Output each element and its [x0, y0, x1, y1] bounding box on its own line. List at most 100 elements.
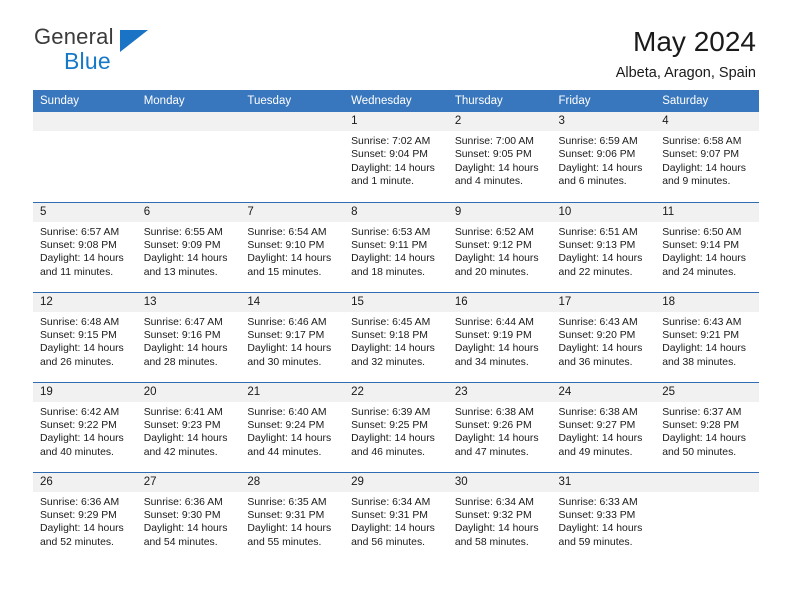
- calendar-day-cell-empty: [655, 471, 759, 562]
- calendar-day-cell[interactable]: 24 Sunrise: 6:38 AM Sunset: 9:27 PM Dayligh…: [551, 381, 656, 472]
- sunset-text: Sunset: 9:05 PM: [454, 149, 532, 161]
- sunset-text: Sunset: 9:07 PM: [662, 149, 740, 161]
- day-details: Sunrise: 6:44 AM Sunset: 9:19 PM Daylight:…: [448, 312, 552, 370]
- calendar-day-cell-empty: [136, 112, 241, 202]
- sunrise-text: Sunrise: 6:52 AM: [454, 226, 534, 238]
- calendar-day-cell[interactable]: 20 Sunrise: 6:41 AM Sunset: 9:23 PM Dayligh…: [136, 381, 241, 472]
- sunset-text: Sunset: 9:33 PM: [558, 509, 636, 521]
- sunrise-text: Sunrise: 6:55 AM: [143, 226, 223, 238]
- calendar-week-row: 12 Sunrise: 6:48 AM Sunset: 9:15 PM Dayligh…: [33, 291, 759, 382]
- day-number: [33, 112, 137, 131]
- sunrise-text: Sunrise: 6:44 AM: [454, 316, 534, 328]
- sunrise-text: Sunrise: 6:34 AM: [351, 496, 431, 508]
- sunset-text: Sunset: 9:24 PM: [247, 419, 325, 431]
- day-number: 12: [33, 292, 137, 312]
- weekday-header-saturday: Saturday: [655, 90, 759, 112]
- calendar-day-cell[interactable]: 6 Sunrise: 6:55 AM Sunset: 9:09 PM Daylight…: [136, 201, 241, 292]
- day-number: 9: [447, 202, 552, 222]
- calendar-day-cell[interactable]: 10 Sunrise: 6:51 AM Sunset: 9:13 PM Dayligh…: [551, 201, 656, 292]
- day-number: 10: [551, 202, 656, 222]
- calendar-day-cell[interactable]: 29 Sunrise: 6:34 AM Sunset: 9:31 PM Dayligh…: [344, 471, 448, 562]
- day-details: Sunrise: 6:51 AM Sunset: 9:13 PM Daylight:…: [552, 222, 656, 280]
- calendar-day-cell[interactable]: 7 Sunrise: 6:54 AM Sunset: 9:10 PM Daylight…: [240, 201, 345, 292]
- sunset-text: Sunset: 9:13 PM: [558, 239, 636, 251]
- day-number: 1: [344, 112, 448, 131]
- calendar-day-cell[interactable]: 22 Sunrise: 6:39 AM Sunset: 9:25 PM Dayligh…: [344, 381, 448, 472]
- sunset-text: Sunset: 9:29 PM: [40, 509, 117, 521]
- calendar-day-cell[interactable]: 2 Sunrise: 7:00 AM Sunset: 9:05 PM Daylight…: [447, 112, 552, 202]
- general-blue-logo[interactable]: General Blue: [34, 26, 154, 78]
- calendar-day-cell[interactable]: 5 Sunrise: 6:57 AM Sunset: 9:08 PM Daylight…: [33, 201, 137, 292]
- sunrise-text: Sunrise: 6:48 AM: [40, 316, 120, 328]
- calendar-day-cell[interactable]: 9 Sunrise: 6:52 AM Sunset: 9:12 PM Daylight…: [447, 201, 552, 292]
- day-details: Sunrise: 6:36 AM Sunset: 9:29 PM Daylight:…: [33, 492, 137, 550]
- calendar-day-cell[interactable]: 17 Sunrise: 6:43 AM Sunset: 9:20 PM Dayligh…: [551, 291, 656, 382]
- sunset-text: Sunset: 9:25 PM: [351, 419, 428, 431]
- sunset-text: Sunset: 9:11 PM: [351, 239, 428, 251]
- day-number: 15: [344, 292, 448, 312]
- calendar-day-cell[interactable]: 27 Sunrise: 6:36 AM Sunset: 9:30 PM Dayligh…: [136, 471, 241, 562]
- calendar-day-cell[interactable]: 26 Sunrise: 6:36 AM Sunset: 9:29 PM Dayligh…: [33, 471, 137, 562]
- daylight-text: Daylight: 14 hours and 30 minutes.: [247, 343, 332, 368]
- calendar-day-cell-empty: [240, 112, 345, 202]
- calendar-day-cell[interactable]: 31 Sunrise: 6:33 AM Sunset: 9:33 PM Dayligh…: [551, 471, 656, 562]
- calendar-day-cell[interactable]: 8 Sunrise: 6:53 AM Sunset: 9:11 PM Daylight…: [344, 201, 448, 292]
- day-details: Sunrise: 6:47 AM Sunset: 9:16 PM Daylight:…: [137, 312, 241, 370]
- sunrise-text: Sunrise: 6:43 AM: [558, 316, 638, 328]
- sunrise-text: Sunrise: 6:57 AM: [40, 226, 120, 238]
- calendar-day-cell[interactable]: 13 Sunrise: 6:47 AM Sunset: 9:16 PM Dayligh…: [136, 291, 241, 382]
- daylight-text: Daylight: 14 hours and 24 minutes.: [662, 253, 746, 278]
- day-details: Sunrise: 6:34 AM Sunset: 9:32 PM Daylight:…: [448, 492, 552, 550]
- day-details: Sunrise: 6:43 AM Sunset: 9:21 PM Daylight:…: [655, 312, 759, 370]
- calendar-day-cell[interactable]: 30 Sunrise: 6:34 AM Sunset: 9:32 PM Dayligh…: [447, 471, 552, 562]
- calendar-day-cell[interactable]: 21 Sunrise: 6:40 AM Sunset: 9:24 PM Dayligh…: [240, 381, 345, 472]
- sunrise-text: Sunrise: 6:40 AM: [247, 406, 327, 418]
- calendar-day-cell[interactable]: 11 Sunrise: 6:50 AM Sunset: 9:14 PM Dayligh…: [655, 201, 759, 292]
- calendar-week-row: 26 Sunrise: 6:36 AM Sunset: 9:29 PM Dayligh…: [33, 471, 759, 562]
- calendar-day-cell[interactable]: 28 Sunrise: 6:35 AM Sunset: 9:31 PM Dayligh…: [240, 471, 345, 562]
- sunset-text: Sunset: 9:31 PM: [351, 509, 428, 521]
- day-number: 31: [551, 472, 656, 492]
- calendar-day-cell[interactable]: 12 Sunrise: 6:48 AM Sunset: 9:15 PM Dayligh…: [33, 291, 137, 382]
- calendar-day-cell[interactable]: 3 Sunrise: 6:59 AM Sunset: 9:06 PM Daylight…: [551, 112, 656, 202]
- daylight-text: Daylight: 14 hours and 18 minutes.: [351, 253, 435, 278]
- daylight-text: Daylight: 14 hours and 52 minutes.: [40, 523, 124, 548]
- sunset-text: Sunset: 9:26 PM: [454, 419, 532, 431]
- sunrise-text: Sunrise: 6:37 AM: [662, 406, 742, 418]
- calendar-day-cell[interactable]: 14 Sunrise: 6:46 AM Sunset: 9:17 PM Dayligh…: [240, 291, 345, 382]
- calendar-day-cell[interactable]: 15 Sunrise: 6:45 AM Sunset: 9:18 PM Dayligh…: [344, 291, 448, 382]
- calendar-day-cell[interactable]: 23 Sunrise: 6:38 AM Sunset: 9:26 PM Dayligh…: [447, 381, 552, 472]
- weekday-header-monday: Monday: [136, 90, 241, 112]
- calendar-day-cell[interactable]: 16 Sunrise: 6:44 AM Sunset: 9:19 PM Dayligh…: [447, 291, 552, 382]
- sunrise-text: Sunrise: 6:38 AM: [558, 406, 638, 418]
- day-details: Sunrise: 6:46 AM Sunset: 9:17 PM Daylight:…: [240, 312, 344, 370]
- daylight-text: Daylight: 14 hours and 38 minutes.: [662, 343, 746, 368]
- sunrise-text: Sunrise: 6:36 AM: [40, 496, 120, 508]
- day-details: Sunrise: 6:50 AM Sunset: 9:14 PM Daylight:…: [655, 222, 759, 280]
- calendar-day-cell[interactable]: 18 Sunrise: 6:43 AM Sunset: 9:21 PM Dayligh…: [655, 291, 759, 382]
- sunset-text: Sunset: 9:32 PM: [454, 509, 532, 521]
- day-details: Sunrise: 6:59 AM Sunset: 9:06 PM Daylight:…: [552, 131, 656, 189]
- calendar-day-cell[interactable]: 4 Sunrise: 6:58 AM Sunset: 9:07 PM Daylight…: [655, 112, 759, 202]
- daylight-text: Daylight: 14 hours and 59 minutes.: [558, 523, 643, 548]
- page-title: May 2024: [633, 26, 756, 57]
- sunrise-text: Sunrise: 7:02 AM: [351, 136, 431, 147]
- sunset-text: Sunset: 9:09 PM: [143, 239, 221, 251]
- sunset-text: Sunset: 9:16 PM: [143, 329, 221, 341]
- day-number: 29: [344, 472, 448, 492]
- sunset-text: Sunset: 9:18 PM: [351, 329, 428, 341]
- day-number: 4: [655, 112, 759, 131]
- sunrise-text: Sunrise: 6:34 AM: [454, 496, 534, 508]
- day-details: Sunrise: 6:53 AM Sunset: 9:11 PM Daylight:…: [344, 222, 448, 280]
- sunrise-text: Sunrise: 6:51 AM: [558, 226, 638, 238]
- calendar-day-cell[interactable]: 25 Sunrise: 6:37 AM Sunset: 9:28 PM Dayligh…: [655, 381, 759, 472]
- logo-text-blue: Blue: [64, 48, 111, 74]
- sunset-text: Sunset: 9:12 PM: [454, 239, 532, 251]
- calendar-day-cell[interactable]: 19 Sunrise: 6:42 AM Sunset: 9:22 PM Dayligh…: [33, 381, 137, 472]
- sunset-text: Sunset: 9:21 PM: [662, 329, 740, 341]
- calendar-day-cell[interactable]: 1 Sunrise: 7:02 AM Sunset: 9:04 PM Daylight…: [344, 112, 448, 202]
- sunset-text: Sunset: 9:17 PM: [247, 329, 325, 341]
- calendar-week-row: 5 Sunrise: 6:57 AM Sunset: 9:08 PM Daylight…: [33, 201, 759, 292]
- sunset-text: Sunset: 9:04 PM: [351, 149, 428, 161]
- sunset-text: Sunset: 9:10 PM: [247, 239, 325, 251]
